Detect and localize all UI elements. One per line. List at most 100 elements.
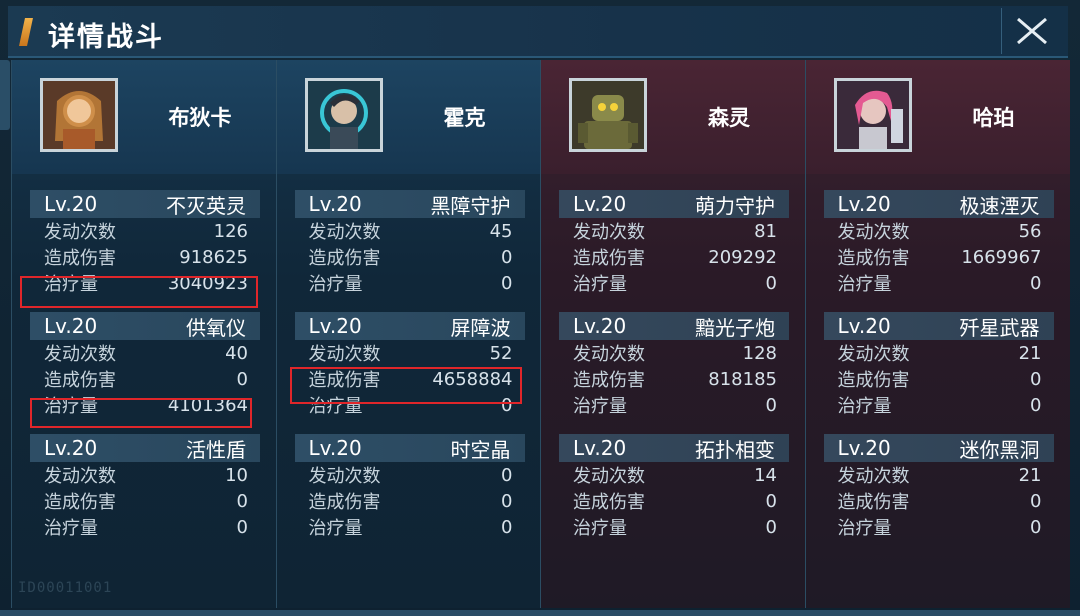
bottom-border bbox=[0, 610, 1080, 616]
stat-row-damage: 造成伤害 0 bbox=[824, 366, 1054, 392]
skill-header: Lv.20 供氧仪 bbox=[30, 312, 260, 340]
stat-label: 发动次数 bbox=[837, 344, 910, 365]
skill-block: Lv.20 歼星武器 发动次数 21 造成伤害 0 治疗量 0 bbox=[823, 312, 1054, 418]
stat-label: 发动次数 bbox=[837, 466, 910, 487]
skill-block: Lv.20 极速湮灭 发动次数 56 造成伤害 1669967 治疗量 0 bbox=[823, 190, 1054, 296]
stat-row-heal: 治疗量 0 bbox=[824, 392, 1054, 418]
close-icon bbox=[1017, 17, 1047, 45]
skill-header: Lv.20 黯光子炮 bbox=[559, 312, 789, 340]
hero-column-3: 哈珀 Lv.20 极速湮灭 发动次数 56 造成伤害 1669967 治疗量 0 Lv.20 歼星武… bbox=[804, 60, 1070, 608]
stat-value: 126 bbox=[213, 220, 248, 242]
stat-row-casts: 发动次数 40 bbox=[30, 340, 260, 366]
stat-label: 造成伤害 bbox=[44, 492, 116, 513]
skill-name: 活性盾 bbox=[186, 437, 246, 462]
stat-row-casts: 发动次数 56 bbox=[824, 218, 1054, 244]
skill-block: Lv.20 迷你黑洞 发动次数 21 造成伤害 0 治疗量 0 bbox=[823, 434, 1054, 540]
stat-label: 发动次数 bbox=[308, 344, 381, 365]
stat-row-damage: 造成伤害 818185 bbox=[559, 366, 789, 392]
title-accent-icon bbox=[19, 18, 33, 46]
skill-header: Lv.20 萌力守护 bbox=[559, 190, 789, 218]
stat-label: 治疗量 bbox=[837, 518, 892, 539]
stat-label: 发动次数 bbox=[573, 222, 645, 243]
stat-row-heal: 治疗量 0 bbox=[559, 392, 789, 418]
stat-row-casts: 发动次数 81 bbox=[559, 218, 789, 244]
stat-row-heal: 治疗量 0 bbox=[559, 514, 789, 540]
stat-row-damage: 造成伤害 0 bbox=[30, 488, 260, 514]
skill-header: Lv.20 黑障守护 bbox=[294, 190, 525, 218]
skill-name: 黯光子炮 bbox=[695, 315, 775, 340]
stat-label: 造成伤害 bbox=[573, 492, 645, 513]
battle-detail-panel: 详情战斗 布狄卡 Lv.20 不灭英灵 发动次数 126 造成伤害 918625 治疗量 304… bbox=[0, 0, 1080, 616]
stat-value: 0 bbox=[1030, 516, 1042, 538]
stat-row-casts: 发动次数 128 bbox=[559, 340, 789, 366]
skill-block: Lv.20 不灭英灵 发动次数 126 造成伤害 918625 治疗量 3040923 bbox=[30, 190, 260, 296]
stat-value: 1669967 bbox=[961, 246, 1042, 268]
skill-name: 歼星武器 bbox=[959, 315, 1040, 340]
stat-value: 0 bbox=[501, 246, 513, 268]
page-title: 详情战斗 bbox=[48, 22, 164, 53]
skill-header: Lv.20 时空晶 bbox=[294, 434, 525, 462]
skill-block: Lv.20 供氧仪 发动次数 40 造成伤害 0 治疗量 4101364 bbox=[30, 312, 260, 418]
skill-block: Lv.20 时空晶 发动次数 0 造成伤害 0 治疗量 0 bbox=[294, 434, 525, 540]
hero-name: 霍克 bbox=[443, 105, 486, 130]
skill-level: Lv.20 bbox=[308, 314, 362, 338]
skill-name: 屏障波 bbox=[450, 315, 511, 340]
stat-row-casts: 发动次数 52 bbox=[295, 340, 525, 366]
stat-label: 治疗量 bbox=[573, 274, 627, 295]
stat-row-damage: 造成伤害 4658884 bbox=[295, 366, 525, 392]
stat-value: 0 bbox=[501, 464, 513, 486]
hero-budika-portrait-icon[interactable] bbox=[40, 78, 118, 152]
stat-label: 造成伤害 bbox=[44, 248, 116, 269]
stat-value: 52 bbox=[489, 342, 513, 364]
skill-header: Lv.20 拓扑相变 bbox=[559, 434, 789, 462]
stat-label: 造成伤害 bbox=[308, 370, 381, 391]
skill-block: Lv.20 活性盾 发动次数 10 造成伤害 0 治疗量 0 bbox=[30, 434, 260, 540]
stat-row-heal: 治疗量 3040923 bbox=[30, 270, 260, 296]
stat-label: 治疗量 bbox=[44, 396, 98, 417]
stat-label: 发动次数 bbox=[308, 222, 381, 243]
skill-name: 黑障守护 bbox=[430, 193, 511, 218]
hero-column-1: 霍克 Lv.20 黑障守护 发动次数 45 造成伤害 0 治疗量 0 Lv.20 屏障波 发动次数 52… bbox=[275, 60, 541, 608]
stat-value: 0 bbox=[1030, 394, 1042, 416]
hero-huoke-portrait-icon[interactable] bbox=[304, 78, 383, 152]
stat-label: 发动次数 bbox=[573, 344, 645, 365]
hero-name: 哈珀 bbox=[972, 105, 1015, 130]
close-button[interactable] bbox=[1001, 8, 1060, 54]
stat-label: 发动次数 bbox=[308, 466, 381, 487]
hero-header: 布狄卡 bbox=[12, 60, 276, 174]
stat-label: 治疗量 bbox=[308, 396, 363, 417]
stat-row-casts: 发动次数 14 bbox=[559, 462, 789, 488]
hero-senling-portrait-icon[interactable] bbox=[569, 78, 647, 152]
skill-level: Lv.20 bbox=[837, 314, 891, 338]
skill-name: 不灭英灵 bbox=[166, 193, 246, 218]
stat-value: 0 bbox=[236, 368, 248, 390]
stat-row-casts: 发动次数 45 bbox=[295, 218, 525, 244]
stat-row-heal: 治疗量 0 bbox=[30, 514, 260, 540]
stat-label: 造成伤害 bbox=[573, 370, 645, 391]
stat-value: 0 bbox=[501, 516, 513, 538]
stat-label: 发动次数 bbox=[837, 222, 910, 243]
skill-header: Lv.20 不灭英灵 bbox=[30, 190, 260, 218]
stat-label: 造成伤害 bbox=[308, 248, 381, 269]
stat-row-damage: 造成伤害 0 bbox=[295, 488, 525, 514]
hero-name: 森灵 bbox=[708, 105, 750, 130]
hero-column-0: 布狄卡 Lv.20 不灭英灵 发动次数 126 造成伤害 918625 治疗量 3040923 L… bbox=[11, 60, 276, 608]
stat-row-damage: 造成伤害 0 bbox=[295, 244, 525, 270]
stat-value: 918625 bbox=[179, 246, 248, 268]
stat-label: 治疗量 bbox=[573, 396, 627, 417]
side-drawer-handle[interactable] bbox=[0, 60, 10, 130]
stat-row-damage: 造成伤害 918625 bbox=[30, 244, 260, 270]
stat-value: 0 bbox=[765, 490, 777, 512]
hero-columns: 布狄卡 Lv.20 不灭英灵 发动次数 126 造成伤害 918625 治疗量 3040923 L… bbox=[11, 60, 1070, 608]
stat-row-casts: 发动次数 10 bbox=[30, 462, 260, 488]
stat-row-heal: 治疗量 4101364 bbox=[30, 392, 260, 418]
stat-value: 81 bbox=[754, 220, 777, 242]
stat-label: 造成伤害 bbox=[837, 370, 910, 391]
stat-label: 造成伤害 bbox=[44, 370, 116, 391]
stat-label: 造成伤害 bbox=[837, 248, 910, 269]
skill-block: Lv.20 黯光子炮 发动次数 128 造成伤害 818185 治疗量 0 bbox=[559, 312, 789, 418]
stat-row-heal: 治疗量 0 bbox=[295, 270, 525, 296]
stat-row-casts: 发动次数 126 bbox=[30, 218, 260, 244]
hero-haipo-portrait-icon[interactable] bbox=[833, 78, 912, 152]
stat-value: 0 bbox=[765, 516, 777, 538]
